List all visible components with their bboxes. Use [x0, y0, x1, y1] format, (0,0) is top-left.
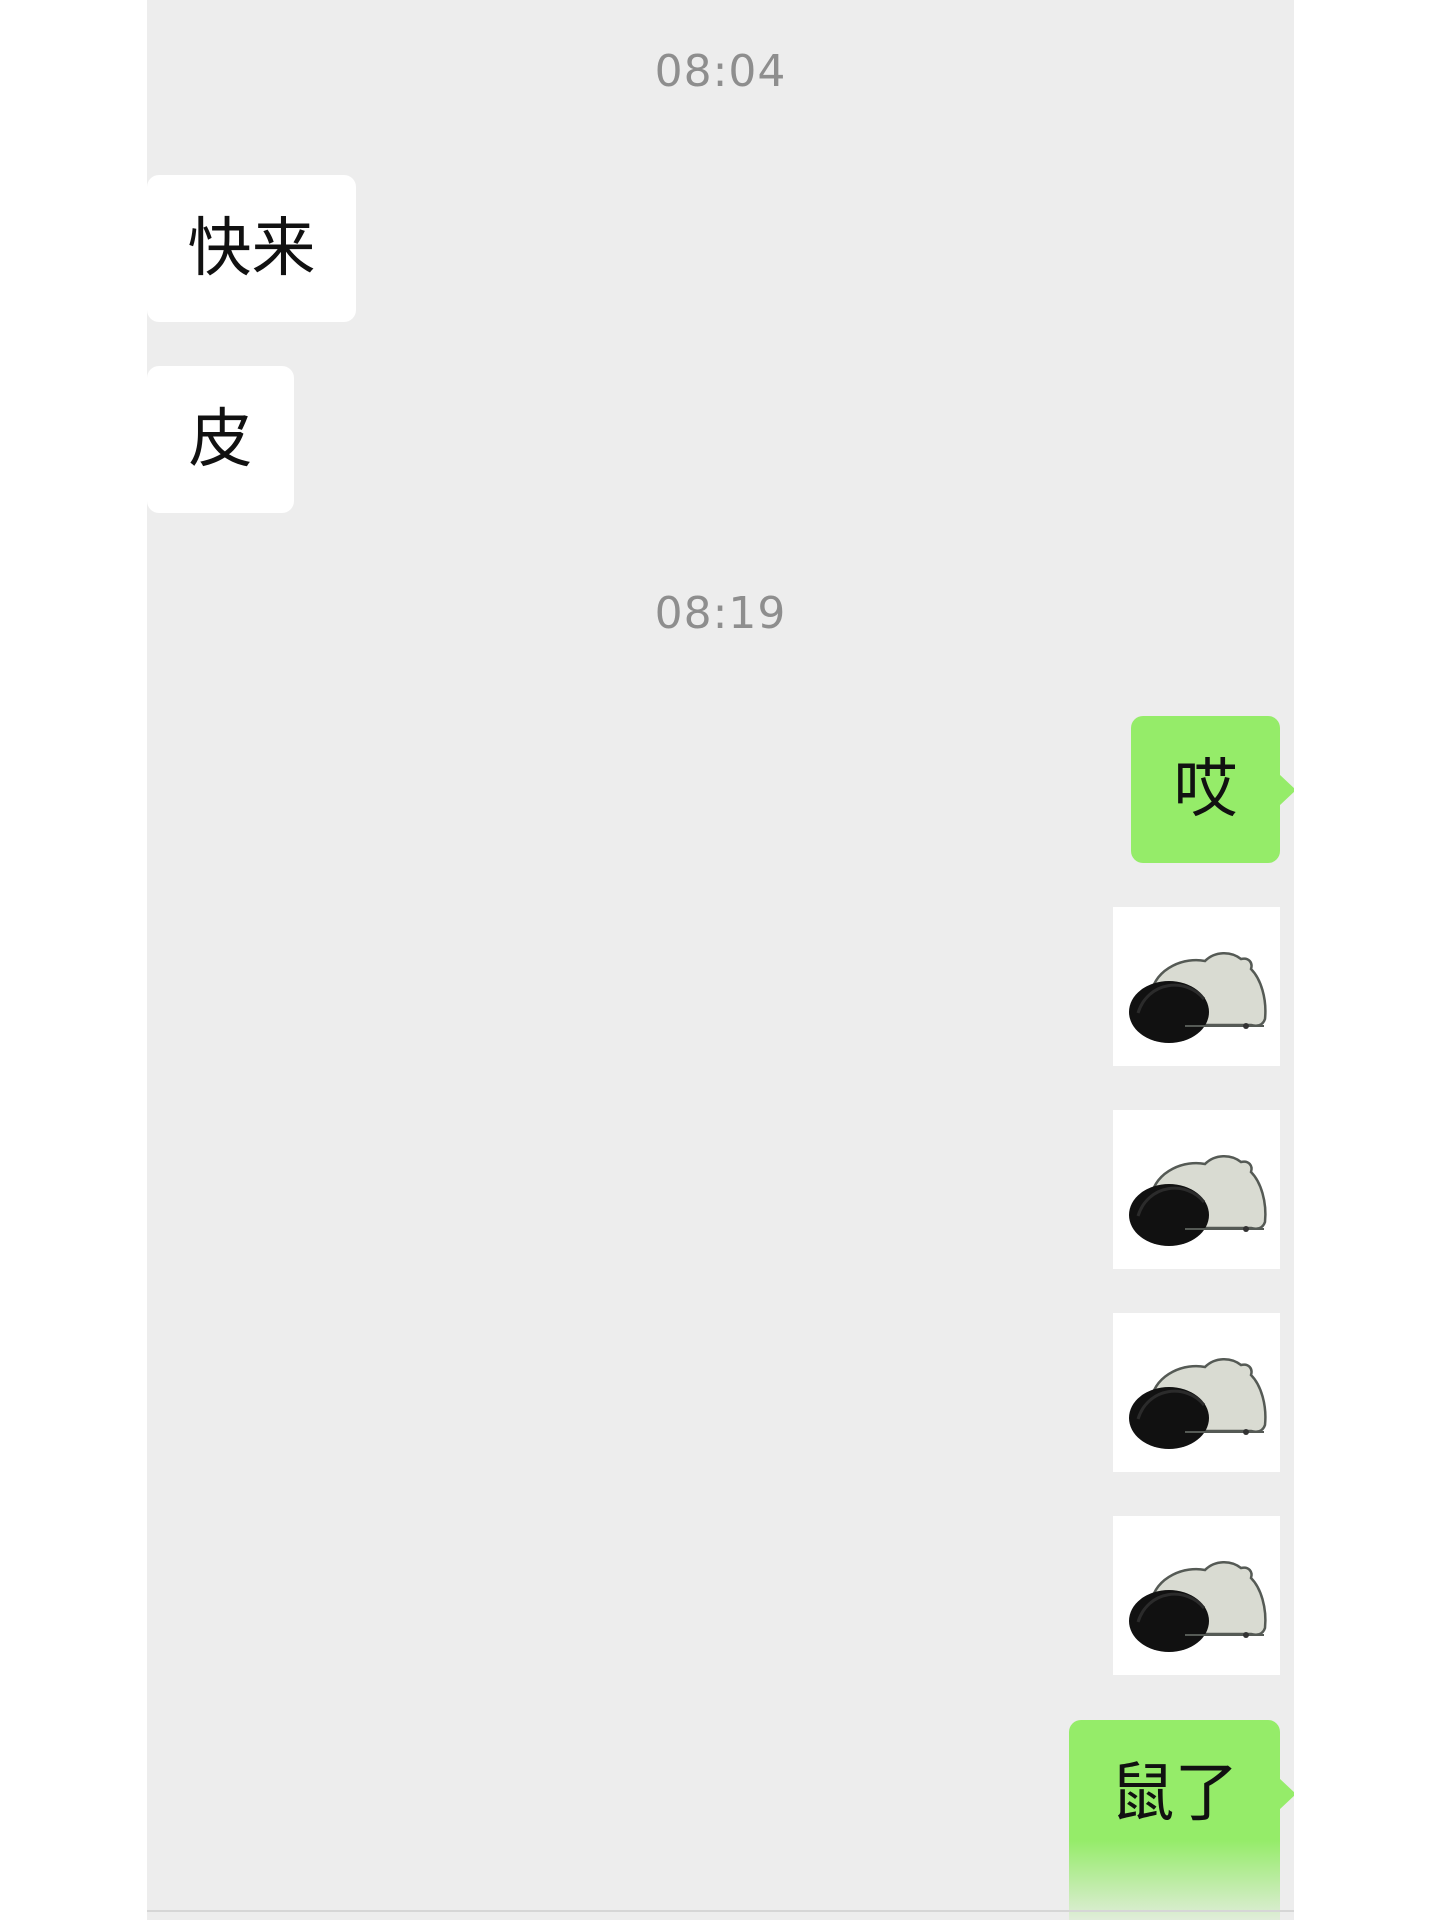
bottom-divider-line: [147, 1910, 1294, 1912]
received-message-bubble[interactable]: 快来: [147, 175, 356, 322]
sticker-message[interactable]: [1113, 1110, 1280, 1269]
message-text: 哎: [1173, 752, 1238, 827]
sent-message-bubble[interactable]: 鼠了: [1069, 1720, 1294, 1920]
message-text: 鼠了: [1110, 1756, 1239, 1831]
timestamp-divider: 08:04: [654, 46, 787, 97]
sent-message-bubble[interactable]: 哎: [1131, 716, 1294, 863]
lying-creature-sticker-icon: [1129, 952, 1267, 1043]
timestamp-divider: 08:19: [654, 588, 787, 639]
sticker-message[interactable]: [1113, 907, 1280, 1066]
lying-creature-sticker-icon: [1129, 1561, 1267, 1652]
lying-creature-sticker-icon: [1129, 1358, 1267, 1449]
message-text: 皮: [188, 402, 253, 477]
received-message-bubble[interactable]: 皮: [147, 366, 294, 513]
lying-creature-sticker-icon: [1129, 1155, 1267, 1246]
chat-message-list[interactable]: 08:04 快来 皮 08:19 哎 鼠了: [147, 0, 1294, 1920]
sticker-message[interactable]: [1113, 1516, 1280, 1675]
sticker-message[interactable]: [1113, 1313, 1280, 1472]
message-text: 快来: [187, 211, 316, 286]
